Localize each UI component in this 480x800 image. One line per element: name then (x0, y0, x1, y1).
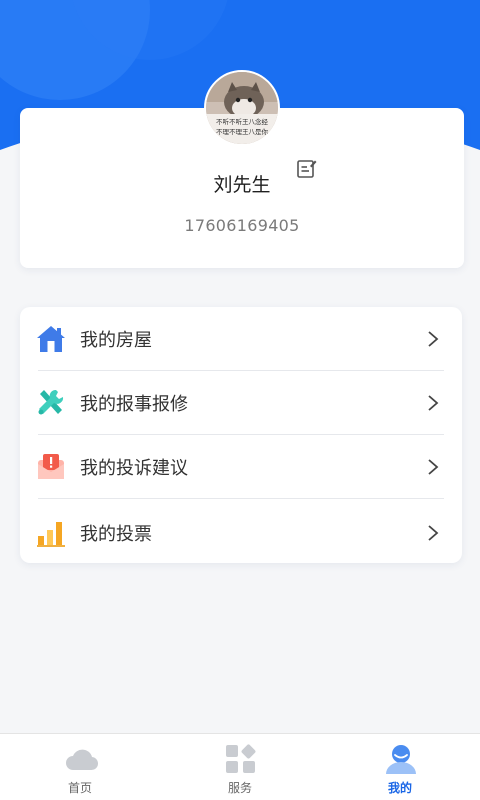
tab-label: 首页 (67, 781, 92, 795)
menu-label: 我的投诉建议 (80, 458, 188, 479)
chevron-right-icon (426, 394, 440, 412)
tab-home[interactable]: 首页 (0, 734, 160, 800)
user-name: 刘先生 (213, 174, 271, 196)
user-phone: 17606169405 (184, 216, 300, 235)
tab-mine[interactable]: 我的 (320, 734, 480, 800)
cloud-icon (64, 742, 99, 776)
edit-icon[interactable] (296, 158, 318, 180)
cat-avatar-icon: 不听不听王八念经 不理不理王八是你 (206, 72, 278, 144)
chevron-right-icon (426, 330, 440, 348)
tools-icon (36, 388, 66, 418)
vote-chart-icon (36, 518, 66, 548)
menu-item-my-house[interactable]: 我的房屋 (36, 307, 444, 371)
menu-label: 我的报事报修 (80, 394, 188, 415)
chevron-right-icon (426, 524, 440, 542)
tab-service[interactable]: 服务 (160, 734, 320, 800)
my-page: 刘先生 17606169405 不听不听王八念经 不理不理王八是你 我的房屋 我… (0, 0, 480, 800)
user-icon (384, 742, 418, 776)
menu-label: 我的投票 (80, 524, 152, 545)
grid-icon (224, 742, 258, 776)
menu-label: 我的房屋 (80, 330, 152, 351)
menu-item-vote[interactable]: 我的投票 (36, 501, 444, 565)
svg-text:不理不理王八是你: 不理不理王八是你 (216, 127, 269, 136)
complaint-icon (36, 452, 66, 482)
chevron-right-icon (426, 458, 440, 476)
bottom-tab-bar: 首页 服务 我的 (0, 733, 480, 800)
menu-item-repair[interactable]: 我的报事报修 (36, 371, 444, 435)
menu-item-complaint[interactable]: 我的投诉建议 (36, 435, 444, 499)
menu-card: 我的房屋 我的报事报修 我的投诉建议 我的投票 (20, 307, 462, 563)
divider (38, 498, 444, 499)
avatar[interactable]: 不听不听王八念经 不理不理王八是你 (204, 70, 280, 146)
tab-label: 服务 (227, 781, 252, 795)
svg-text:不听不听王八念经: 不听不听王八念经 (216, 117, 269, 126)
tab-label: 我的 (387, 781, 412, 795)
house-icon (36, 324, 66, 354)
